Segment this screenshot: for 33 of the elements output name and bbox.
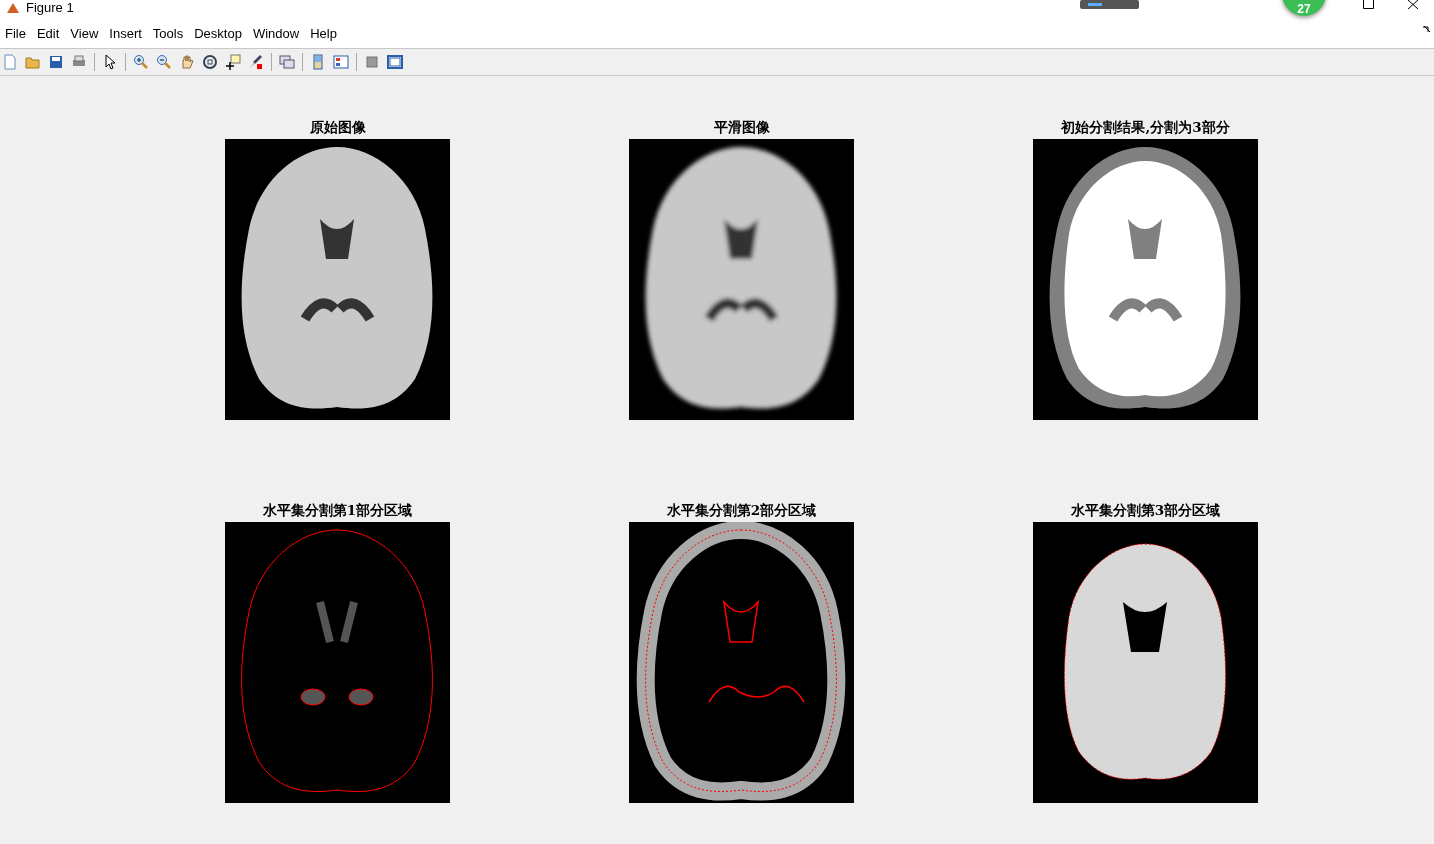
volume-meter-icon: [1080, 0, 1139, 9]
linked-windows-icon[interactable]: [279, 54, 295, 70]
plot-title: 水平集分割第2部分区域: [666, 502, 817, 520]
plot-title: 水平集分割第3部分区域: [1070, 502, 1221, 520]
colorbar-icon[interactable]: [310, 54, 326, 70]
menu-item[interactable]: Help: [307, 23, 345, 43]
data-cursor-icon[interactable]: [225, 54, 241, 70]
plot-title: 平滑图像: [713, 119, 770, 137]
window-title: Figure 1: [26, 1, 74, 14]
plot-title: 原始图像: [309, 119, 366, 137]
hand-icon[interactable]: [179, 54, 195, 70]
notification-badge: 27: [1282, 0, 1326, 16]
brush-icon[interactable]: [248, 54, 264, 70]
maximize-icon[interactable]: [1363, 0, 1374, 9]
menu-item[interactable]: View: [67, 23, 107, 43]
plot-title: 初始分割结果,分割为3部分: [1061, 119, 1230, 137]
dock-arrow-icon[interactable]: [1423, 26, 1430, 33]
save-icon[interactable]: [48, 54, 64, 70]
zoom-out-icon[interactable]: [156, 54, 172, 70]
menu-item[interactable]: File: [2, 23, 34, 43]
zoom-in-icon[interactable]: [133, 54, 149, 70]
menu-item[interactable]: Insert: [106, 23, 150, 43]
menu-item[interactable]: Desktop: [191, 23, 250, 43]
pointer-icon[interactable]: [102, 54, 118, 70]
menu-item[interactable]: Edit: [33, 23, 68, 43]
square-icon[interactable]: [364, 54, 380, 70]
legend-icon[interactable]: [333, 54, 349, 70]
plot-title: 水平集分割第1部分区域: [262, 502, 413, 520]
menu-item[interactable]: Window: [249, 23, 308, 43]
menu-item[interactable]: Tools: [149, 23, 192, 43]
close-icon[interactable]: [1408, 0, 1419, 9]
panel-icon[interactable]: [387, 54, 403, 70]
open-folder-icon[interactable]: [25, 54, 41, 70]
